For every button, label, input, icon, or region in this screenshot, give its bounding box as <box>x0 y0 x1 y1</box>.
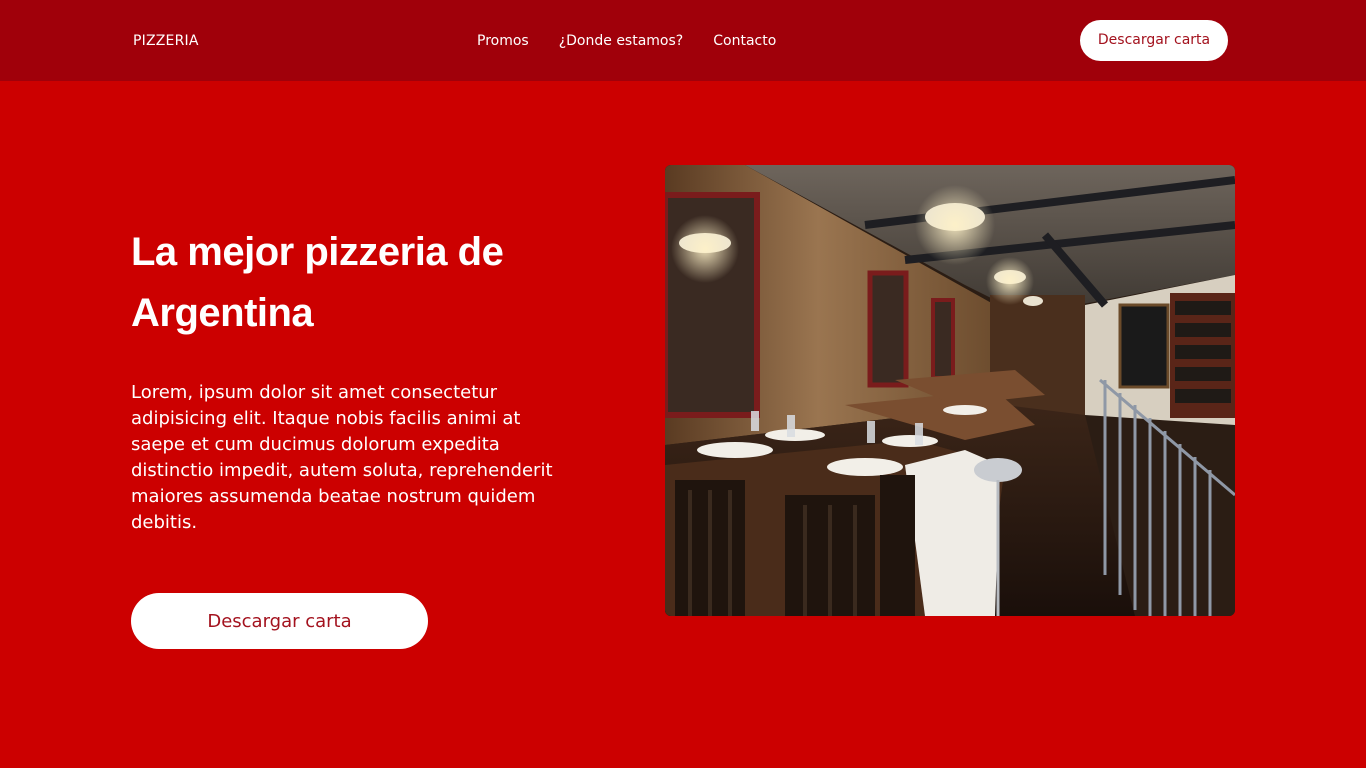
nav-link-promos[interactable]: Promos <box>477 31 529 51</box>
restaurant-interior-image <box>665 165 1235 616</box>
brand-logo-text[interactable]: PIZZERIA <box>133 31 199 51</box>
top-navigation-bar: PIZZERIA Promos ¿Donde estamos? Contacto… <box>0 0 1366 81</box>
hero-title: La mejor pizzeria de Argentina <box>131 230 504 335</box>
nav-link-location[interactable]: ¿Donde estamos? <box>559 31 684 51</box>
hero-description: Lorem, ipsum dolor sit amet consectetur … <box>131 382 553 533</box>
main-nav: Promos ¿Donde estamos? Contacto <box>477 31 776 51</box>
header-download-menu-button[interactable]: Descargar carta <box>1080 20 1228 61</box>
nav-link-contact[interactable]: Contacto <box>713 31 776 51</box>
hero-download-menu-button[interactable]: Descargar carta <box>131 593 428 649</box>
